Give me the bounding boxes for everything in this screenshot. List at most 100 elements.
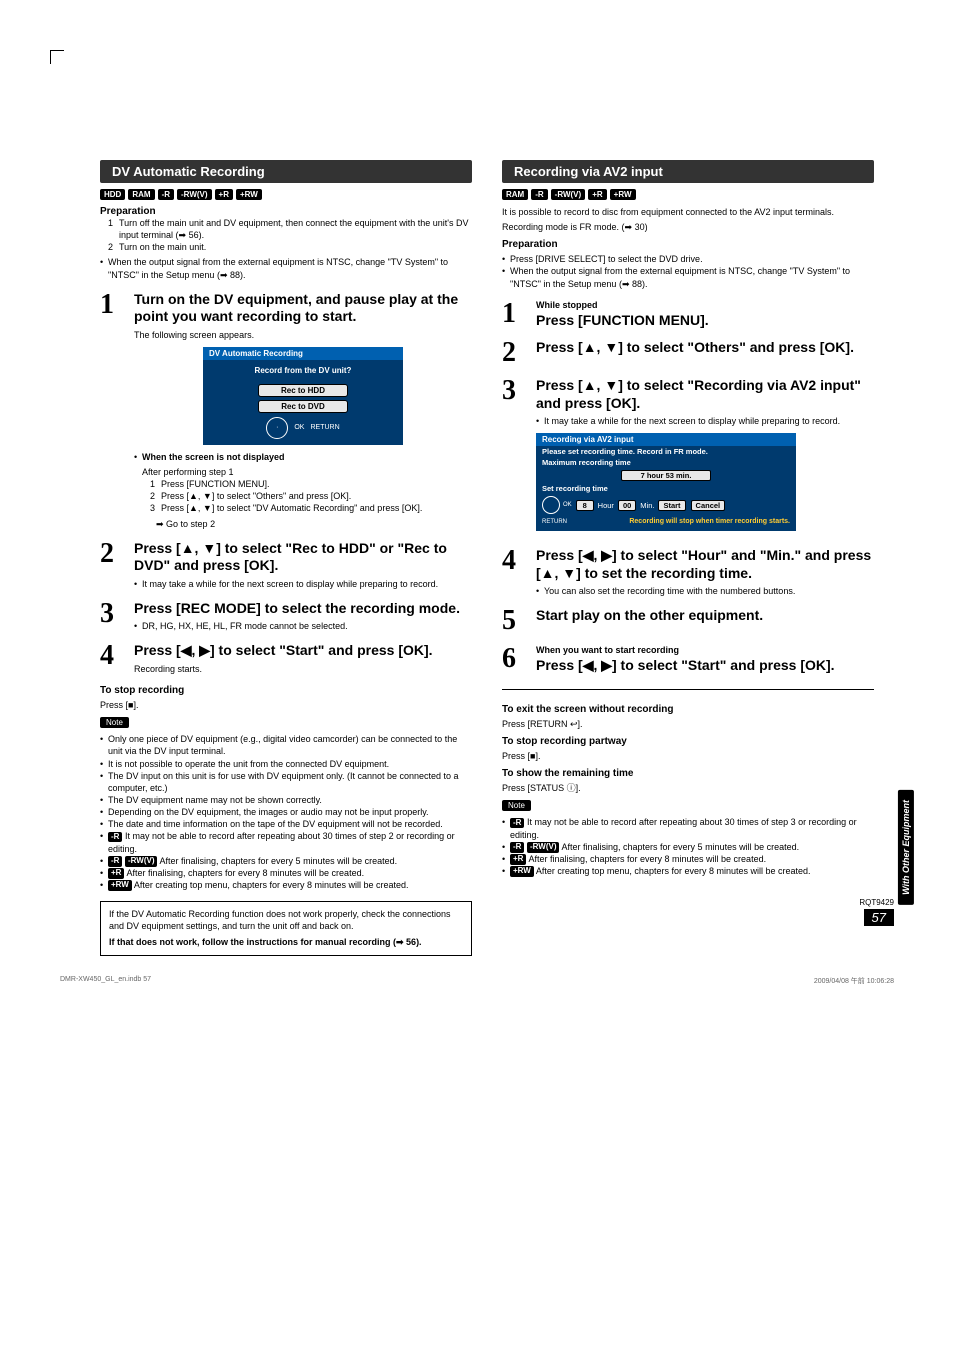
tag: +R (588, 189, 606, 200)
bullet: It may take a while for the next screen … (134, 578, 472, 590)
prep-bullets: When the output signal from the external… (100, 256, 472, 280)
min-value[interactable]: 00 (618, 500, 636, 511)
print-date: 2009/04/08 午前 10:06:28 (814, 976, 894, 986)
step-title: Start play on the other equipment. (536, 607, 874, 625)
step-number: 6 (502, 645, 522, 673)
screen-title: Recording via AV2 input (536, 433, 796, 446)
screen-button-dvd[interactable]: Rec to DVD (258, 400, 348, 413)
crop-mark (50, 50, 64, 64)
step-note: The following screen appears. (134, 329, 472, 341)
step-4: 4 Press [◀, ▶] to select "Hour" and "Min… (502, 547, 874, 597)
page-footer: RQT9429 57 (859, 898, 894, 926)
list-text: Turn off the main unit and DV equipment,… (119, 217, 472, 241)
doc-code: RQT9429 (859, 898, 894, 907)
bullet: +R After finalising, chapters for every … (100, 867, 472, 879)
screen-button-hdd[interactable]: Rec to HDD (258, 384, 348, 397)
screen-question: Record from the DV unit? (203, 360, 403, 381)
bullet: +R After finalising, chapters for every … (502, 853, 874, 865)
step-number: 2 (502, 339, 522, 367)
step-title: Press [◀, ▶] to select "Start" and press… (134, 642, 472, 660)
step-sub: While stopped (536, 300, 874, 310)
stop-text: Press [■]. (502, 750, 874, 762)
step-3: 3 Press [▲, ▼] to select "Recording via … (502, 377, 874, 537)
bullet: -R It may not be able to record after re… (100, 830, 472, 854)
tag: -R (158, 189, 174, 200)
two-column-layout: DV Automatic Recording HDD RAM -R -RW(V)… (100, 160, 874, 956)
preparation-heading: Preparation (502, 239, 874, 250)
step-number: 2 (100, 540, 120, 568)
bullet: +RW After creating top menu, chapters fo… (502, 865, 874, 877)
step-5: 5 Start play on the other equipment. (502, 607, 874, 635)
step-title: Press [REC MODE] to select the recording… (134, 600, 472, 618)
bullet: Press [DRIVE SELECT] to select the DVD d… (502, 253, 874, 265)
media-tags-left: HDD RAM -R -RW(V) +R +RW (100, 189, 472, 200)
bullet: When the output signal from the external… (502, 265, 874, 289)
section-header-av2: Recording via AV2 input (502, 160, 874, 183)
note-bullets: -R It may not be able to record after re… (502, 816, 874, 877)
bullet: DR, HG, HX, HE, HL, FR mode cannot be se… (134, 620, 472, 632)
screen-title: DV Automatic Recording (203, 347, 403, 360)
tag: -RW(V) (551, 189, 586, 200)
mode-text: Recording mode is FR mode. (➡ 30) (502, 221, 874, 233)
notdisp-line: After performing step 1 (134, 466, 472, 478)
tag: -R (531, 189, 547, 200)
bullet: The date and time information on the tap… (100, 818, 472, 830)
file-name: DMR-XW450_GL_en.indb 57 (60, 976, 151, 986)
stop-text: Press [■]. (100, 699, 472, 711)
screen-line: Set recording time (536, 483, 796, 494)
bullet: -R -RW(V) After finalising, chapters for… (100, 855, 472, 867)
list-num: 2 (150, 490, 155, 502)
step-1: 1 Turn on the DV equipment, and pause pl… (100, 291, 472, 530)
warning-text: Recording will stop when timer recording… (629, 518, 790, 525)
step-title: Press [◀, ▶] to select "Start" and press… (536, 657, 874, 675)
troubleshoot-box: If the DV Automatic Recording function d… (100, 901, 472, 955)
list-num: 1 (108, 217, 113, 241)
step-title: Press [◀, ▶] to select "Hour" and "Min."… (536, 547, 874, 582)
note-bullets: Only one piece of DV equipment (e.g., di… (100, 733, 472, 891)
step-number: 3 (502, 377, 522, 405)
list-num: 2 (108, 241, 113, 253)
min-label: Min. (640, 501, 654, 510)
hour-value[interactable]: 8 (576, 500, 594, 511)
bullet: You can also set the recording time with… (536, 585, 874, 597)
start-button[interactable]: Start (658, 500, 685, 511)
list-text: Press [FUNCTION MENU]. (161, 478, 270, 490)
bullet: Depending on the DV equipment, the image… (100, 806, 472, 818)
bullet: -R It may not be able to record after re… (502, 816, 874, 840)
step-number: 1 (502, 300, 522, 328)
list-text: Turn on the main unit. (119, 241, 206, 253)
note-label: Note (502, 800, 531, 811)
step-note: Recording starts. (134, 663, 472, 675)
exit-heading: To exit the screen without recording (502, 704, 874, 715)
tag: +RW (236, 189, 262, 200)
step-number: 4 (100, 642, 120, 670)
preparation-heading: Preparation (100, 206, 472, 217)
tag: RAM (502, 189, 528, 200)
step-2: 2 Press [▲, ▼] to select "Others" and pr… (502, 339, 874, 367)
page-number: 57 (864, 909, 894, 926)
step-number: 5 (502, 607, 522, 635)
notdisp-steps: 1Press [FUNCTION MENU]. 2Press [▲, ▼] to… (142, 478, 472, 514)
preparation-list: 1Turn off the main unit and DV equipment… (108, 217, 472, 253)
step-number: 1 (100, 291, 120, 319)
bullet: It is not possible to operate the unit f… (100, 758, 472, 770)
dv-screen: DV Automatic Recording Record from the D… (203, 347, 403, 445)
step-title: Press [▲, ▼] to select "Recording via AV… (536, 377, 874, 412)
tag: -RW(V) (177, 189, 212, 200)
bullet: -R -RW(V) After finalising, chapters for… (502, 841, 874, 853)
ok-icon (542, 496, 560, 514)
list-text: Press [▲, ▼] to select "Others" and pres… (161, 490, 351, 502)
max-time-field: 7 hour 53 min. (621, 470, 711, 481)
step-2: 2 Press [▲, ▼] to select "Rec to HDD" or… (100, 540, 472, 590)
av2-screen: Recording via AV2 input Please set recor… (536, 433, 796, 531)
step-sub: When you want to start recording (536, 645, 874, 655)
tag: HDD (100, 189, 125, 200)
screen-line: Please set recording time. Record in FR … (536, 446, 796, 457)
tag: +RW (610, 189, 636, 200)
cancel-button[interactable]: Cancel (691, 500, 726, 511)
step-title: Turn on the DV equipment, and pause play… (134, 291, 472, 326)
bullet: Only one piece of DV equipment (e.g., di… (100, 733, 472, 757)
hour-label: Hour (598, 501, 614, 510)
bullet: +RW After creating top menu, chapters fo… (100, 879, 472, 891)
step-title: Press [▲, ▼] to select "Rec to HDD" or "… (134, 540, 472, 575)
